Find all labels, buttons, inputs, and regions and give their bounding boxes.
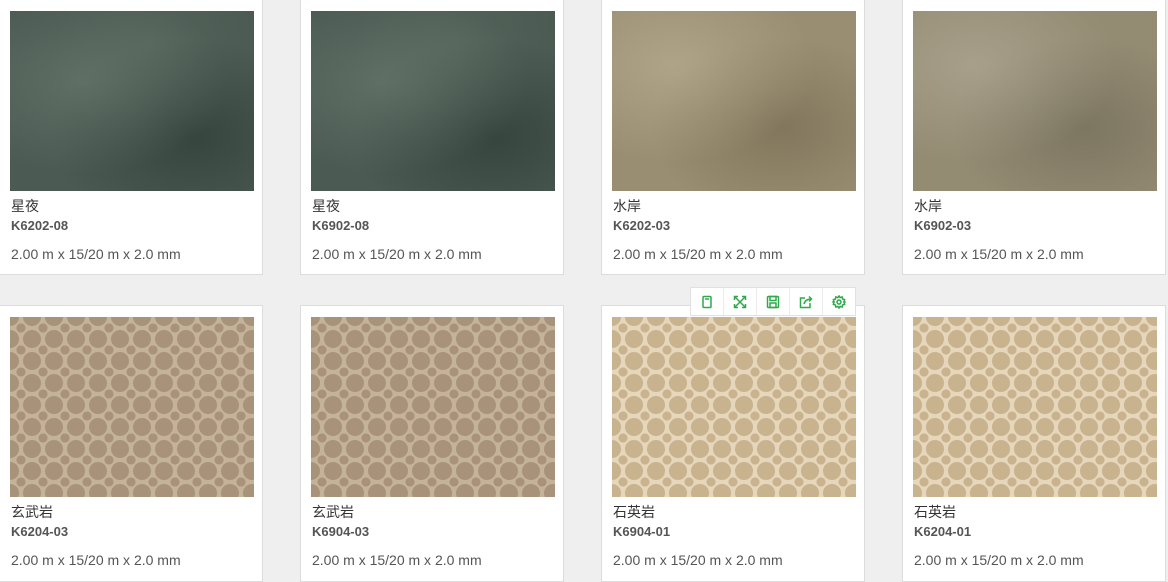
- product-card[interactable]: 水岸 K6202-03 2.00 m x 15/20 m x 2.0 mm: [601, 0, 865, 275]
- product-dimensions: 2.00 m x 15/20 m x 2.0 mm: [312, 552, 482, 568]
- product-card[interactable]: 星夜 K6902-08 2.00 m x 15/20 m x 2.0 mm: [300, 0, 564, 275]
- product-image[interactable]: [311, 317, 555, 497]
- copy-icon: [702, 295, 712, 308]
- product-card[interactable]: 玄武岩 K6204-03 2.00 m x 15/20 m x 2.0 mm: [0, 305, 263, 582]
- product-name[interactable]: 石英岩: [914, 502, 956, 522]
- product-image[interactable]: [612, 317, 856, 497]
- share-button[interactable]: [790, 288, 823, 315]
- product-image[interactable]: [311, 11, 555, 191]
- product-dimensions: 2.00 m x 15/20 m x 2.0 mm: [613, 552, 783, 568]
- product-code: K6904-03: [312, 524, 370, 539]
- product-image[interactable]: [10, 11, 254, 191]
- settings-button[interactable]: [823, 288, 855, 315]
- product-image[interactable]: [612, 11, 856, 191]
- product-name[interactable]: 水岸: [613, 196, 641, 216]
- product-code: K6204-01: [914, 524, 972, 539]
- product-name[interactable]: 玄武岩: [11, 502, 53, 522]
- product-image[interactable]: [10, 317, 254, 497]
- product-dimensions: 2.00 m x 15/20 m x 2.0 mm: [11, 552, 181, 568]
- product-card[interactable]: 石英岩 K6904-01 2.00 m x 15/20 m x 2.0 mm: [601, 305, 865, 582]
- product-code: K6202-08: [11, 218, 69, 233]
- product-dimensions: 2.00 m x 15/20 m x 2.0 mm: [613, 246, 783, 262]
- product-card[interactable]: 玄武岩 K6904-03 2.00 m x 15/20 m x 2.0 mm: [300, 305, 564, 582]
- product-dimensions: 2.00 m x 15/20 m x 2.0 mm: [914, 246, 1084, 262]
- product-name[interactable]: 星夜: [312, 196, 340, 216]
- product-card[interactable]: 水岸 K6902-03 2.00 m x 15/20 m x 2.0 mm: [902, 0, 1166, 275]
- copy-button[interactable]: [691, 288, 724, 315]
- expand-icon: [733, 295, 747, 308]
- product-image[interactable]: [913, 11, 1157, 191]
- expand-button[interactable]: [724, 288, 757, 315]
- product-code: K6204-03: [11, 524, 69, 539]
- product-name[interactable]: 玄武岩: [312, 502, 354, 522]
- product-dimensions: 2.00 m x 15/20 m x 2.0 mm: [11, 246, 181, 262]
- save-button[interactable]: [757, 288, 790, 315]
- card-hover-toolbar: [690, 287, 856, 316]
- product-card[interactable]: 石英岩 K6204-01 2.00 m x 15/20 m x 2.0 mm: [902, 305, 1166, 582]
- product-name[interactable]: 水岸: [914, 196, 942, 216]
- product-image[interactable]: [913, 317, 1157, 497]
- product-card[interactable]: 星夜 K6202-08 2.00 m x 15/20 m x 2.0 mm: [0, 0, 263, 275]
- product-code: K6202-03: [613, 218, 671, 233]
- save-icon: [766, 295, 780, 308]
- product-dimensions: 2.00 m x 15/20 m x 2.0 mm: [914, 552, 1084, 568]
- share-icon: [799, 295, 813, 308]
- product-code: K6902-08: [312, 218, 370, 233]
- settings-icon: [832, 294, 846, 309]
- product-name[interactable]: 石英岩: [613, 502, 655, 522]
- product-name[interactable]: 星夜: [11, 196, 39, 216]
- product-dimensions: 2.00 m x 15/20 m x 2.0 mm: [312, 246, 482, 262]
- product-code: K6904-01: [613, 524, 671, 539]
- product-code: K6902-03: [914, 218, 972, 233]
